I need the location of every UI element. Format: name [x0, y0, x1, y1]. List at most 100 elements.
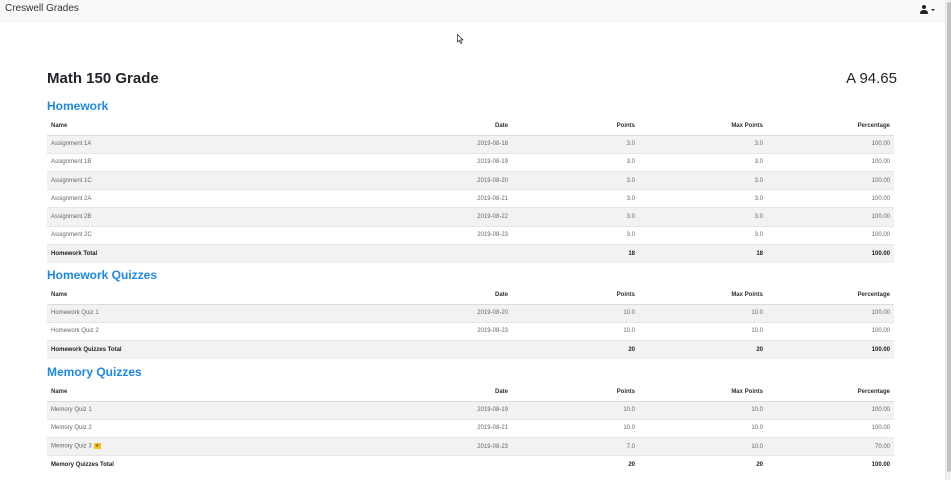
cell-percentage: 100.00: [767, 400, 894, 420]
column-header-max-points: Max Points: [639, 117, 767, 136]
total-label: Memory Quizzes Total: [47, 455, 268, 474]
column-header-name: Name: [47, 286, 268, 305]
cell-percentage: 100.00: [767, 321, 894, 341]
top-navbar: Creswell Grades: [0, 0, 945, 22]
cell-date: 2019-08-22: [268, 207, 512, 227]
column-header-max-points: Max Points: [639, 286, 767, 305]
total-row: Memory Quizzes Total 20 20 100.00: [47, 455, 894, 474]
cell-date: 2019-08-21: [268, 418, 512, 438]
cell-date: 2019-08-21: [268, 189, 512, 208]
total-points: 20: [512, 340, 639, 359]
cell-name: Homework Quiz 1: [47, 303, 268, 323]
column-header-percentage: Percentage: [767, 117, 894, 136]
overall-grade: A 94.65: [846, 70, 897, 87]
cell-date: 2019-08-23: [268, 321, 512, 341]
table-row: Homework Quiz 2 2019-08-23 10.0 10.0 100…: [47, 321, 894, 341]
total-max-points: 20: [639, 455, 767, 474]
cell-points: 7.0: [512, 437, 639, 456]
cell-name: Homework Quiz 2: [47, 321, 268, 341]
table-row: Memory Quiz 3 ★ 2019-08-23 7.0 10.0 70.00: [47, 437, 894, 456]
caret-down-icon: [931, 9, 935, 11]
cell-percentage: 100.00: [767, 207, 894, 227]
total-max-points: 18: [639, 243, 767, 263]
item-name: Memory Quiz 3: [51, 443, 92, 450]
cell-date: 2019-08-18: [268, 134, 512, 154]
mouse-cursor-icon: [457, 34, 464, 44]
total-percentage: 100.00: [767, 455, 894, 474]
cell-name: Assignment 1C: [47, 171, 268, 190]
column-header-percentage: Percentage: [767, 383, 894, 402]
cell-points: 3.0: [512, 189, 639, 208]
total-row: Homework Total 18 18 100.00: [47, 243, 894, 263]
table-row: Assignment 1C 2019-08-20 3.0 3.0 100.00: [47, 171, 894, 190]
cell-date: [268, 243, 512, 263]
table-row: Assignment 1A 2019-08-18 3.0 3.0 100.00: [47, 134, 894, 154]
cell-date: 2019-08-19: [268, 152, 512, 172]
total-points: 18: [512, 243, 639, 263]
cell-points: 10.0: [512, 321, 639, 341]
total-row: Homework Quizzes Total 20 20 100.00: [47, 340, 894, 359]
cell-percentage: 100.00: [767, 134, 894, 154]
table-row: Memory Quiz 1 2019-08-19 10.0 10.0 100.0…: [47, 400, 894, 420]
table-header-row: Name Date Points Max Points Percentage: [47, 117, 894, 136]
cell-name: Assignment 2C: [47, 225, 268, 245]
total-points: 20: [512, 455, 639, 474]
cell-points: 3.0: [512, 207, 639, 227]
cell-name: Assignment 2A: [47, 189, 268, 208]
vertical-scrollbar[interactable]: [945, 0, 951, 480]
cell-date: [268, 455, 512, 474]
cell-points: 10.0: [512, 400, 639, 420]
cell-percentage: 100.00: [767, 303, 894, 323]
column-header-date: Date: [268, 286, 512, 305]
homework-quizzes-table: Name Date Points Max Points Percentage H…: [47, 286, 894, 359]
cell-name: Assignment 2B: [47, 207, 268, 227]
table-row: Assignment 2A 2019-08-21 3.0 3.0 100.00: [47, 189, 894, 208]
cell-max-points: 3.0: [639, 152, 767, 172]
total-percentage: 100.00: [767, 340, 894, 359]
table-row: Memory Quiz 2 2019-08-21 10.0 10.0 100.0…: [47, 418, 894, 438]
section-title-homework-quizzes: Homework Quizzes: [47, 268, 158, 282]
cell-percentage: 100.00: [767, 418, 894, 438]
scrollbar-thumb[interactable]: [947, 2, 951, 472]
cell-percentage: 100.00: [767, 189, 894, 208]
cell-name: Assignment 1A: [47, 134, 268, 154]
cell-date: 2019-08-23: [268, 437, 512, 456]
column-header-name: Name: [47, 383, 268, 402]
column-header-max-points: Max Points: [639, 383, 767, 402]
cell-name: Memory Quiz 3 ★: [47, 437, 268, 456]
cell-date: 2019-08-19: [268, 400, 512, 420]
cell-percentage: 70.00: [767, 437, 894, 456]
column-header-points: Points: [512, 286, 639, 305]
column-header-name: Name: [47, 117, 268, 136]
cell-date: 2019-08-20: [268, 303, 512, 323]
cell-name: Memory Quiz 1: [47, 400, 268, 420]
total-label: Homework Quizzes Total: [47, 340, 268, 359]
table-row: Homework Quiz 1 2019-08-20 10.0 10.0 100…: [47, 303, 894, 323]
user-icon: [920, 5, 928, 15]
total-label: Homework Total: [47, 243, 268, 263]
total-max-points: 20: [639, 340, 767, 359]
memory-quizzes-table: Name Date Points Max Points Percentage M…: [47, 383, 894, 474]
brand-link[interactable]: Creswell Grades: [5, 3, 79, 14]
page-title: Math 150 Grade: [47, 70, 159, 87]
column-header-points: Points: [512, 117, 639, 136]
star-badge-icon: ★: [93, 443, 101, 450]
total-percentage: 100.00: [767, 243, 894, 263]
section-title-homework: Homework: [47, 99, 109, 113]
cell-max-points: 10.0: [639, 400, 767, 420]
cell-percentage: 100.00: [767, 171, 894, 190]
cell-max-points: 10.0: [639, 418, 767, 438]
cell-date: 2019-08-20: [268, 171, 512, 190]
cell-points: 3.0: [512, 225, 639, 245]
user-menu-toggle[interactable]: [920, 5, 936, 16]
cell-points: 10.0: [512, 418, 639, 438]
table-header-row: Name Date Points Max Points Percentage: [47, 383, 894, 402]
homework-table: Name Date Points Max Points Percentage A…: [47, 117, 894, 263]
cell-points: 10.0: [512, 303, 639, 323]
cell-points: 3.0: [512, 152, 639, 172]
cell-points: 3.0: [512, 134, 639, 154]
cell-date: 2019-08-23: [268, 225, 512, 245]
cell-max-points: 10.0: [639, 437, 767, 456]
column-header-date: Date: [268, 383, 512, 402]
cell-points: 3.0: [512, 171, 639, 190]
